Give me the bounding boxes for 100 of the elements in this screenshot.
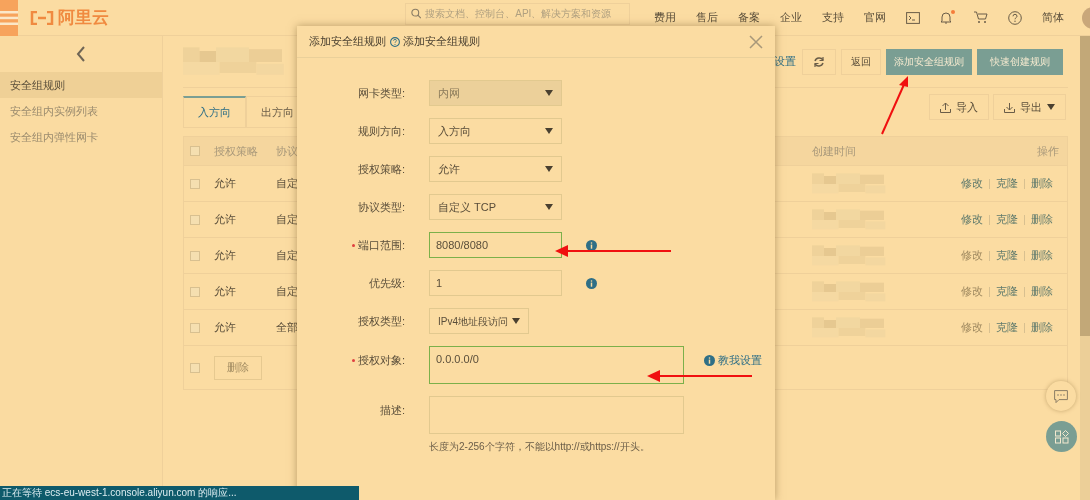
text-area[interactable]: 0.0.0.0/0 xyxy=(429,346,684,384)
search-field[interactable]: 搜索文档、控制台、API、解决方案和资源 xyxy=(405,2,630,25)
field-label: 授权对象: xyxy=(351,352,405,369)
row-action-link[interactable]: 修改 xyxy=(961,175,983,192)
column-header: 协议 xyxy=(276,143,299,159)
row-action-link[interactable]: 克隆 xyxy=(996,247,1018,264)
dropdown-caret-icon xyxy=(545,204,553,210)
download-icon xyxy=(1004,101,1015,113)
apps-button[interactable] xyxy=(1046,421,1077,452)
dropdown-caret-icon xyxy=(545,128,553,134)
status-bar: 正在等待 ecs-eu-west-1.console.aliyun.com 的响应... xyxy=(0,486,359,500)
checkbox[interactable] xyxy=(190,362,200,373)
chat-icon xyxy=(1054,389,1068,403)
column-header: 操作 xyxy=(1037,143,1059,159)
logo-icon xyxy=(30,10,54,25)
field-label: 授权策略: xyxy=(357,161,405,177)
nav-link[interactable]: 费用 xyxy=(654,9,676,26)
column-header: 创建时间 xyxy=(812,143,856,159)
sidebar-item[interactable]: 安全组内实例列表 xyxy=(0,98,162,124)
scrollbar[interactable] xyxy=(1080,36,1090,500)
primary-button[interactable]: 快速创建规则 xyxy=(977,48,1063,75)
sidebar-item[interactable]: 安全组内弹性网卡 xyxy=(0,124,162,150)
row-action-link[interactable]: 删除 xyxy=(1031,247,1053,264)
row-action-link[interactable]: 删除 xyxy=(1031,175,1053,192)
settings-link[interactable]: 设置 xyxy=(774,53,796,70)
export-button[interactable]: 导出 xyxy=(993,94,1066,120)
help-link[interactable]: 添加安全组规则 xyxy=(403,33,480,50)
tab[interactable]: 入方向 xyxy=(183,96,246,128)
table-cell-text: 自定 xyxy=(276,176,299,192)
info-icon xyxy=(704,354,715,366)
upload-icon xyxy=(940,101,951,113)
cart-icon[interactable] xyxy=(974,11,988,24)
collapse-chevron-icon[interactable] xyxy=(76,46,86,62)
back-button[interactable]: 返回 xyxy=(841,48,881,75)
checkbox[interactable] xyxy=(190,322,200,333)
field-label: 优先级: xyxy=(368,275,405,291)
checkbox[interactable] xyxy=(190,178,200,189)
terminal-icon[interactable] xyxy=(906,11,920,24)
logo-text: 阿里云 xyxy=(58,6,109,29)
refresh-icon xyxy=(813,55,825,68)
menu-icon xyxy=(0,10,18,25)
field-label: 描述: xyxy=(379,403,405,418)
hint-text: 长度为2-256个字符，不能以http://或https://开头。 xyxy=(429,440,651,454)
table-cell-text: 允许 xyxy=(214,320,237,336)
nav-link[interactable]: 企业 xyxy=(780,9,802,26)
field-label: 端口范围: xyxy=(351,236,405,254)
help-link[interactable]: 教我设置 xyxy=(718,352,762,369)
chat-button[interactable] xyxy=(1046,381,1076,411)
select-field[interactable]: 入方向 xyxy=(429,118,562,144)
input-field[interactable]: 1 xyxy=(429,270,562,296)
field-label: 授权类型: xyxy=(357,313,405,329)
table-cell-text: 自定 xyxy=(276,212,299,228)
search-icon xyxy=(411,8,422,19)
table-cell-text: 允许 xyxy=(214,284,237,300)
row-action-link[interactable]: 修改 xyxy=(961,211,983,228)
checkbox[interactable] xyxy=(190,146,200,156)
notification-bell-icon[interactable] xyxy=(940,10,954,25)
dropdown-caret-icon xyxy=(512,318,520,324)
row-action-link[interactable]: 删除 xyxy=(1031,283,1053,300)
row-action-link[interactable]: 克隆 xyxy=(996,283,1018,300)
row-action-link[interactable]: 删除 xyxy=(1031,319,1053,336)
nav-link[interactable]: 官网 xyxy=(864,9,886,26)
checkbox[interactable] xyxy=(190,250,200,261)
field-label: 规则方向: xyxy=(357,123,405,139)
column-header: 授权策略 xyxy=(214,143,259,159)
table-cell-text: 允许 xyxy=(214,176,237,192)
language-link[interactable]: 简体 xyxy=(1042,9,1064,26)
dropdown-caret-icon xyxy=(1047,104,1055,110)
primary-button[interactable]: 添加安全组规则 xyxy=(886,48,972,75)
input-field[interactable]: 8080/8080 xyxy=(429,232,562,258)
help-icon[interactable] xyxy=(390,36,400,47)
menu-button[interactable] xyxy=(0,0,18,36)
checkbox[interactable] xyxy=(190,214,200,225)
nav-link[interactable]: 备案 xyxy=(738,9,760,26)
import-button[interactable]: 导入 xyxy=(929,94,989,120)
table-cell-text: 自定 xyxy=(276,248,299,264)
select-field[interactable]: 自定义 TCP xyxy=(429,194,562,220)
close-icon[interactable] xyxy=(749,34,763,49)
row-action-link[interactable]: 克隆 xyxy=(996,211,1018,228)
select-field[interactable]: IPv4地址段访问 xyxy=(429,308,529,334)
table-cell-text: 自定 xyxy=(276,284,299,300)
row-action-link[interactable]: 删除 xyxy=(1031,211,1053,228)
refresh-button[interactable] xyxy=(802,48,836,75)
nav-link[interactable]: 售后 xyxy=(696,9,718,26)
checkbox[interactable] xyxy=(190,286,200,297)
row-action-link[interactable]: 克隆 xyxy=(996,175,1018,192)
dialog-title: 添加安全组规则 xyxy=(309,34,386,50)
sidebar-item[interactable]: 安全组规则 xyxy=(0,72,162,98)
table-cell-text: 全部 xyxy=(276,320,299,336)
apps-icon xyxy=(1054,429,1069,444)
help-icon[interactable] xyxy=(1008,10,1022,25)
field-label: 协议类型: xyxy=(357,199,405,215)
dropdown-caret-icon xyxy=(545,90,553,96)
text-area[interactable] xyxy=(429,396,684,434)
table-cell-text: 允许 xyxy=(214,212,237,228)
field-label: 网卡类型: xyxy=(357,85,405,101)
nav-link[interactable]: 支持 xyxy=(822,9,844,26)
row-action-link[interactable]: 克隆 xyxy=(996,319,1018,336)
select-field[interactable]: 允许 xyxy=(429,156,562,182)
delete-button[interactable]: 删除 xyxy=(214,355,262,380)
